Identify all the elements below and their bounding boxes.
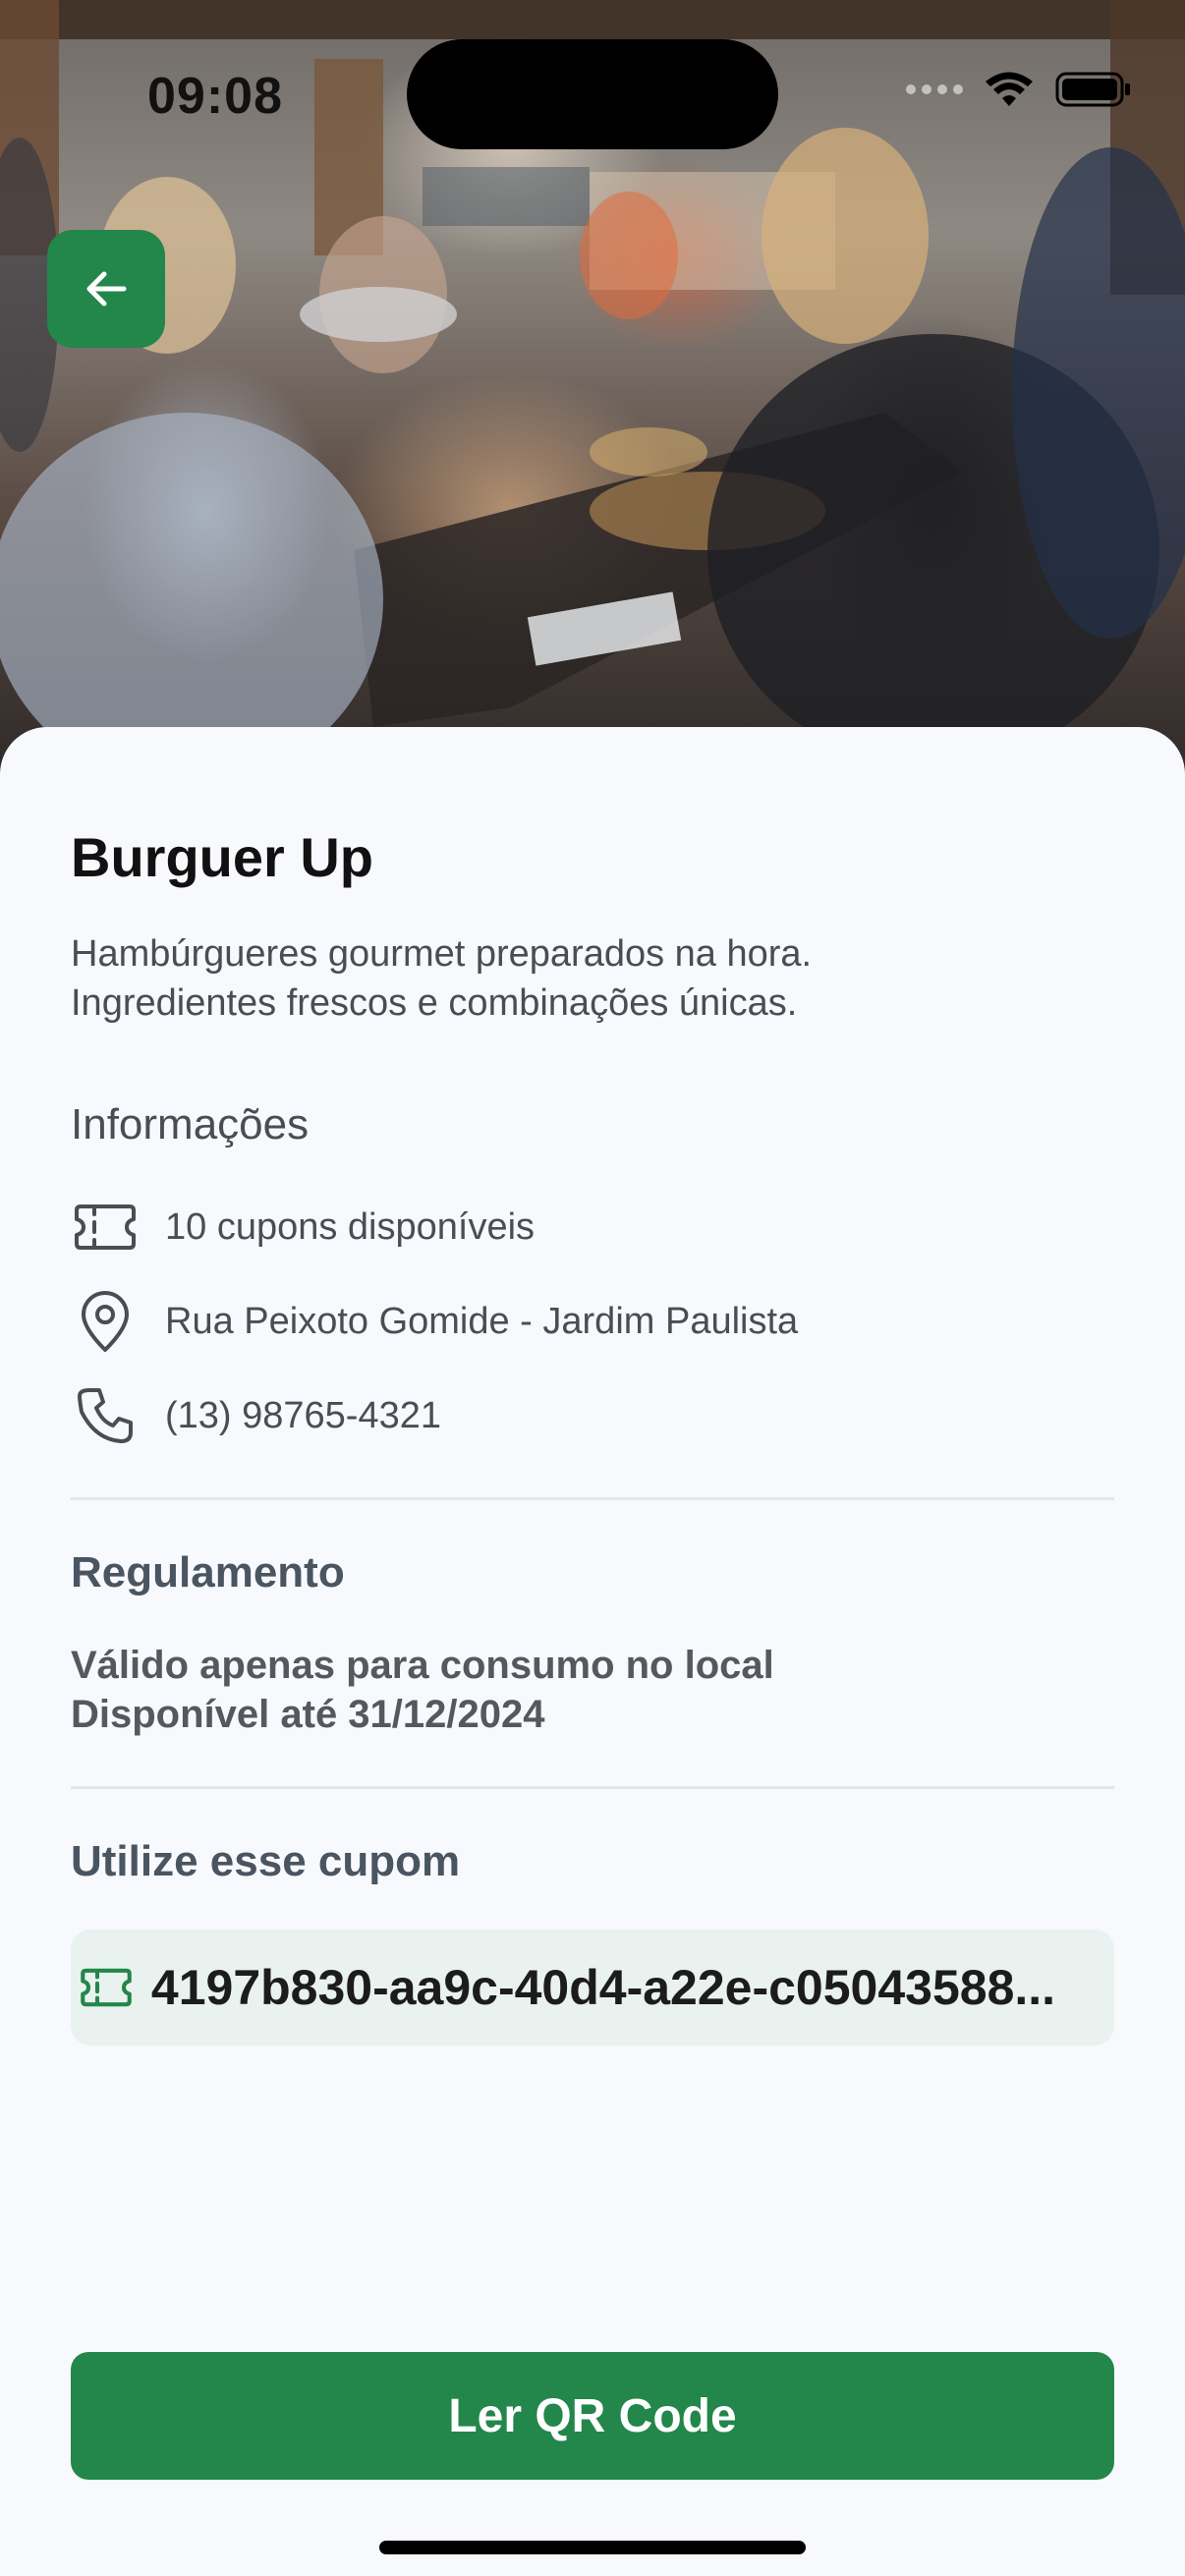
- store-details-sheet: Burguer Up Hambúrgueres gourmet preparad…: [0, 727, 1185, 2576]
- rules-section-title: Regulamento: [71, 1548, 345, 1596]
- description-line: Hambúrgueres gourmet preparados na hora.: [71, 933, 813, 975]
- info-address-row: Rua Peixoto Gomide - Jardim Paulista: [71, 1287, 798, 1356]
- coupon-code: 4197b830-aa9c-40d4-a22e-c05043588...: [150, 1960, 1056, 2015]
- home-indicator[interactable]: [379, 2541, 806, 2554]
- coupon-section-title: Utilize esse cupom: [71, 1837, 461, 1885]
- rules-text: Válido apenas para consumo no local Disp…: [71, 1641, 774, 1739]
- battery-icon: [1055, 72, 1130, 107]
- phone-text: (13) 98765-4321: [165, 1394, 441, 1436]
- description-line: Ingredientes frescos e combinações única…: [71, 982, 798, 1024]
- signal-dots-icon: [906, 84, 963, 94]
- phone-icon: [71, 1381, 140, 1450]
- info-coupons-row: 10 cupons disponíveis: [71, 1193, 535, 1261]
- map-pin-icon: [71, 1287, 140, 1356]
- status-time: 09:08: [147, 68, 283, 125]
- wifi-icon: [986, 72, 1033, 106]
- divider: [71, 1497, 1114, 1500]
- address-text: Rua Peixoto Gomide - Jardim Paulista: [165, 1300, 799, 1342]
- coupon-code-box[interactable]: 4197b830-aa9c-40d4-a22e-c05043588...: [71, 1930, 1114, 2045]
- info-phone-row: (13) 98765-4321: [71, 1381, 441, 1450]
- dynamic-island: [407, 39, 778, 149]
- coupons-available-text: 10 cupons disponíveis: [165, 1205, 536, 1248]
- status-icons: [906, 71, 1132, 108]
- divider: [71, 1786, 1114, 1789]
- back-button[interactable]: [47, 230, 165, 348]
- store-description: Hambúrgueres gourmet preparados na hora.…: [71, 929, 1112, 1028]
- rule-line: Válido apenas para consumo no local: [71, 1644, 774, 1687]
- store-name: Burguer Up: [71, 826, 373, 888]
- info-section-title: Informações: [71, 1100, 310, 1148]
- read-qr-code-button[interactable]: Ler QR Code: [71, 2352, 1114, 2480]
- arrow-left-icon: [86, 271, 127, 307]
- ticket-icon: [77, 1958, 136, 2017]
- ticket-icon: [71, 1193, 140, 1261]
- rule-line: Disponível até 31/12/2024: [71, 1693, 545, 1736]
